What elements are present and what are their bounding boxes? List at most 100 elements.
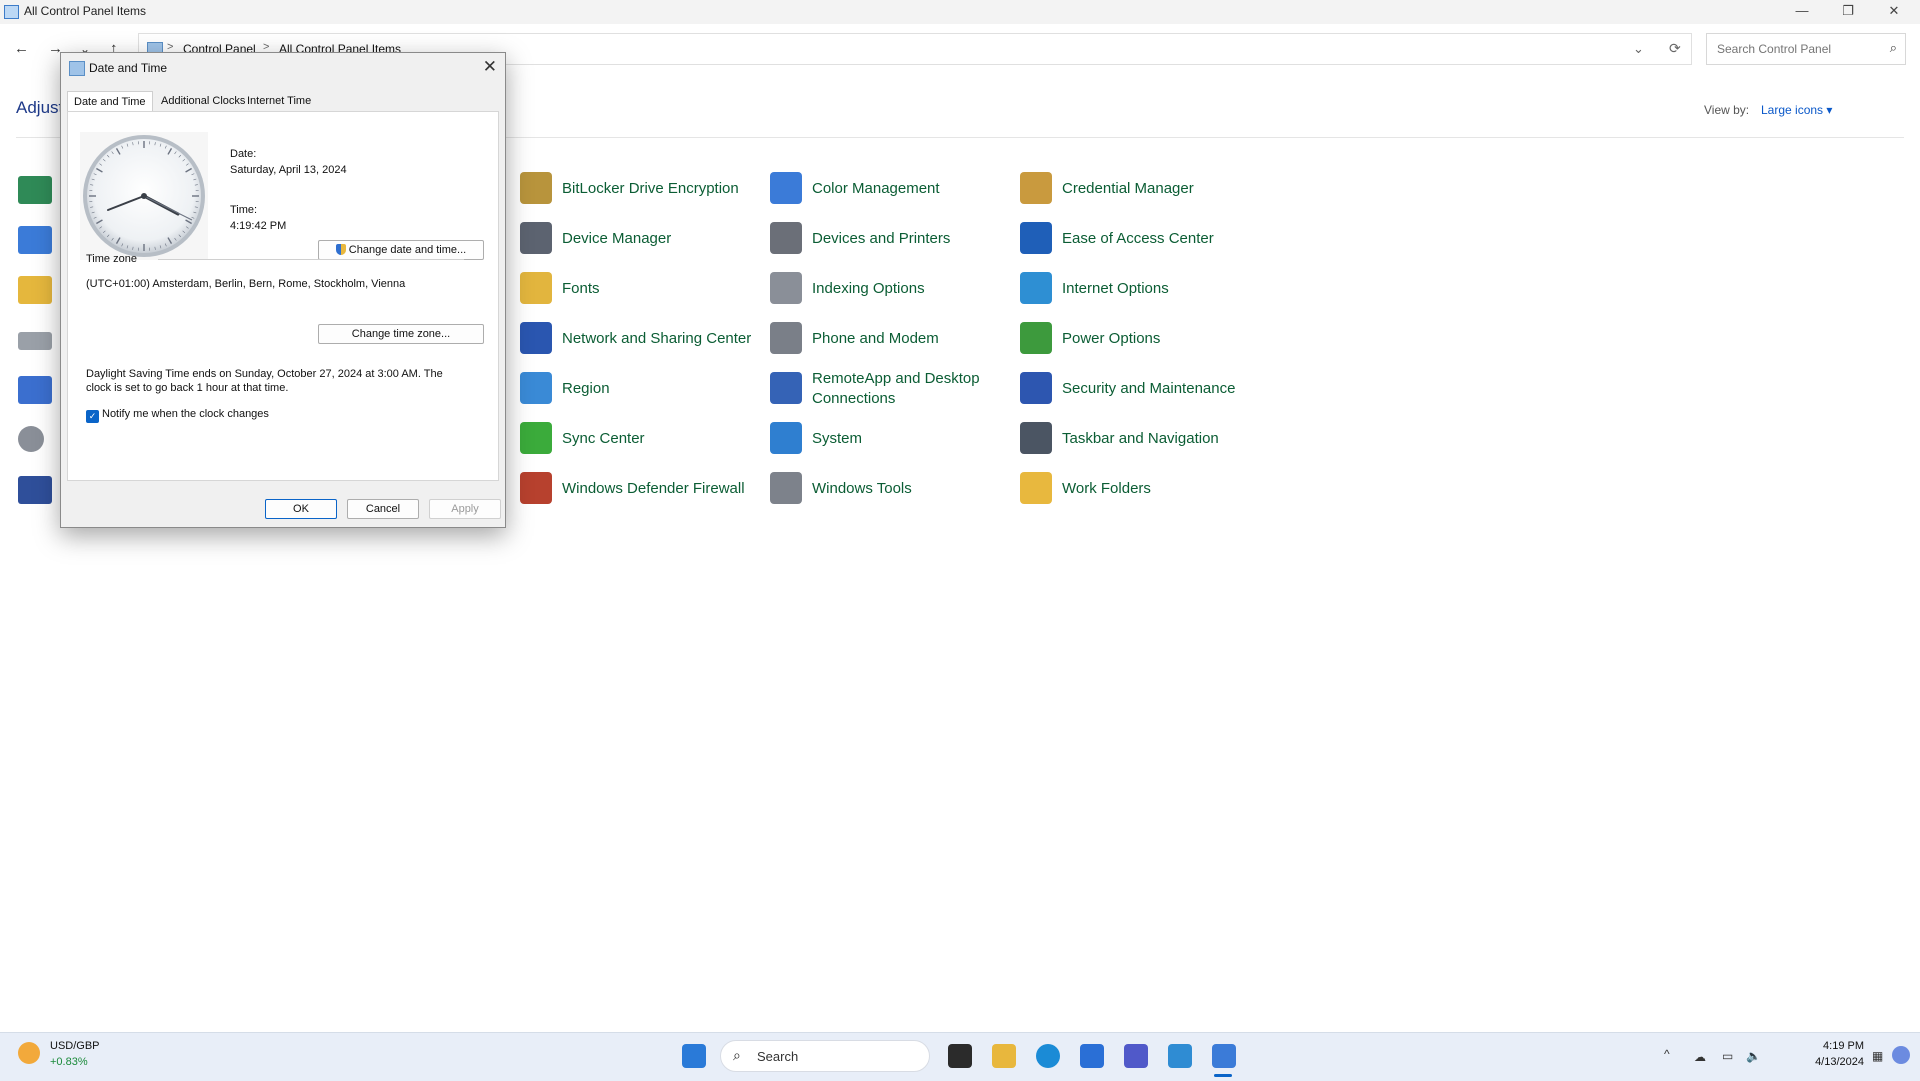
clock-face-icon: [80, 132, 208, 260]
window-titlebar: All Control Panel Items — ❐ ✕: [0, 0, 1920, 24]
change-time-zone-button[interactable]: Change time zone...: [318, 324, 484, 344]
notifications-icon[interactable]: ▦: [1872, 1049, 1883, 1063]
uac-shield-icon: [336, 244, 346, 255]
search-box[interactable]: ⌕: [1706, 33, 1906, 65]
cancel-button[interactable]: Cancel: [347, 499, 419, 519]
remoteapp-icon: [770, 372, 802, 404]
cp-item-label: Security and Maintenance: [1062, 366, 1262, 412]
taskbar-search[interactable]: ⌕ Search: [720, 1040, 930, 1072]
cp-item-fonts[interactable]: Fonts: [520, 266, 760, 312]
page-heading: Adjust: [16, 98, 63, 118]
date-label: Date:: [230, 148, 256, 160]
cp-item-system[interactable]: System: [770, 416, 1010, 462]
cp-item-ease-of-access[interactable]: Ease of Access Center: [1020, 216, 1260, 262]
cp-item-label: Windows Tools: [812, 466, 1012, 512]
file-explorer-options-icon[interactable]: [18, 276, 52, 304]
widget-title[interactable]: USD/GBP: [50, 1040, 100, 1052]
cp-item-internet-options[interactable]: Internet Options: [1020, 266, 1260, 312]
view-by-label: View by:: [1704, 103, 1749, 117]
notify-label[interactable]: Notify me when the clock changes: [102, 408, 269, 420]
control-panel-taskbar-icon[interactable]: [1212, 1044, 1236, 1068]
sound-icon[interactable]: [18, 426, 44, 452]
cp-item-label: Region: [562, 366, 762, 412]
minimize-button[interactable]: —: [1780, 0, 1824, 24]
cp-item-phone-modem[interactable]: Phone and Modem: [770, 316, 1010, 362]
credential-manager-icon: [1020, 172, 1052, 204]
cp-item-label: Internet Options: [1062, 266, 1262, 312]
cp-item-credential-manager[interactable]: Credential Manager: [1020, 166, 1260, 212]
search-icon[interactable]: ⌕: [1890, 40, 1897, 56]
cp-item-indexing-options[interactable]: Indexing Options: [770, 266, 1010, 312]
apply-button[interactable]: Apply: [429, 499, 501, 519]
internet-options-icon: [1020, 272, 1052, 304]
cp-item-label: Network and Sharing Center: [562, 316, 762, 362]
cp-item-remoteapp[interactable]: RemoteApp and Desktop Connections: [770, 366, 1010, 412]
tab-additional-clocks[interactable]: Additional Clocks: [155, 91, 251, 111]
notify-checkbox[interactable]: ✓: [86, 410, 99, 423]
volume-icon[interactable]: 🔈: [1746, 1049, 1761, 1063]
work-folders-icon: [1020, 472, 1052, 504]
time-label: Time:: [230, 204, 257, 216]
address-dropdown-icon[interactable]: ⌄: [1633, 41, 1644, 57]
cp-item-power-options[interactable]: Power Options: [1020, 316, 1260, 362]
cp-item-color-management[interactable]: Color Management: [770, 166, 1010, 212]
date-value: Saturday, April 13, 2024: [230, 164, 347, 176]
file-explorer-icon[interactable]: [992, 1044, 1016, 1068]
change-date-time-button[interactable]: Change date and time...: [318, 240, 484, 260]
cp-item-network-sharing[interactable]: Network and Sharing Center: [520, 316, 760, 362]
view-by-dropdown[interactable]: Large icons ▾: [1761, 103, 1832, 117]
start-icon[interactable]: [682, 1044, 706, 1068]
tray-overflow-icon[interactable]: ^: [1664, 1047, 1670, 1061]
cp-item-devices-printers[interactable]: Devices and Printers: [770, 216, 1010, 262]
change-date-time-label: Change date and time...: [349, 244, 466, 256]
dialog-close-icon[interactable]: ✕: [483, 57, 497, 77]
control-panel-app-icon: [4, 5, 19, 19]
cp-item-label: Work Folders: [1062, 466, 1262, 512]
weather-widget-icon[interactable]: [18, 1042, 40, 1064]
cp-item-label: Color Management: [812, 166, 1012, 212]
cp-item-label: Devices and Printers: [812, 216, 1012, 262]
window-title: All Control Panel Items: [24, 4, 146, 18]
cp-item-label: Phone and Modem: [812, 316, 1012, 362]
restore-button[interactable]: ❐: [1826, 0, 1870, 24]
onedrive-icon[interactable]: ☁: [1694, 1050, 1706, 1064]
refresh-icon[interactable]: ⟳: [1669, 40, 1681, 57]
tab-internet-time[interactable]: Internet Time: [241, 91, 317, 111]
timezone-heading: Time zone: [86, 253, 137, 265]
remote-desktop-icon[interactable]: [1168, 1044, 1192, 1068]
cp-item-sync-center[interactable]: Sync Center: [520, 416, 760, 462]
cp-item-label: Taskbar and Navigation: [1062, 416, 1262, 462]
calculator-icon[interactable]: [18, 226, 52, 254]
programs-icon[interactable]: [18, 376, 52, 404]
cp-item-windows-tools[interactable]: Windows Tools: [770, 466, 1010, 512]
taskbar-clock-time[interactable]: 4:19 PM: [1806, 1040, 1864, 1052]
ok-button[interactable]: OK: [265, 499, 337, 519]
terminal-icon[interactable]: [948, 1044, 972, 1068]
indexing-icon: [770, 272, 802, 304]
cp-item-bitlocker[interactable]: BitLocker Drive Encryption: [520, 166, 760, 212]
taskbar-clock-date[interactable]: 4/13/2024: [1786, 1056, 1864, 1068]
cp-item-region[interactable]: Region: [520, 366, 760, 412]
widget-value: +0.83%: [50, 1056, 88, 1068]
close-button[interactable]: ✕: [1872, 0, 1916, 24]
cp-item-security-maintenance[interactable]: Security and Maintenance: [1020, 366, 1260, 412]
cp-item-taskbar-navigation[interactable]: Taskbar and Navigation: [1020, 416, 1260, 462]
network-tray-icon[interactable]: ▭: [1722, 1049, 1733, 1063]
cp-item-label: System: [812, 416, 1012, 462]
store-icon[interactable]: [1080, 1044, 1104, 1068]
cp-item-label: RemoteApp and Desktop Connections: [812, 366, 1012, 412]
edge-icon[interactable]: [1036, 1044, 1060, 1068]
time-value: 4:19:42 PM: [230, 220, 286, 232]
cp-item-firewall[interactable]: Windows Defender Firewall: [520, 466, 760, 512]
copilot-icon[interactable]: [1892, 1046, 1910, 1064]
cp-item-work-folders[interactable]: Work Folders: [1020, 466, 1260, 512]
recovery-icon[interactable]: [18, 476, 52, 504]
autoplay-icon[interactable]: [18, 176, 52, 204]
cp-item-device-manager[interactable]: Device Manager: [520, 216, 760, 262]
tab-date-and-time[interactable]: Date and Time: [67, 91, 153, 112]
keyboard-icon[interactable]: [18, 332, 52, 350]
teams-icon[interactable]: [1124, 1044, 1148, 1068]
search-input[interactable]: [1715, 41, 1879, 57]
cp-item-label: BitLocker Drive Encryption: [562, 166, 762, 212]
back-icon[interactable]: ←: [14, 40, 29, 57]
